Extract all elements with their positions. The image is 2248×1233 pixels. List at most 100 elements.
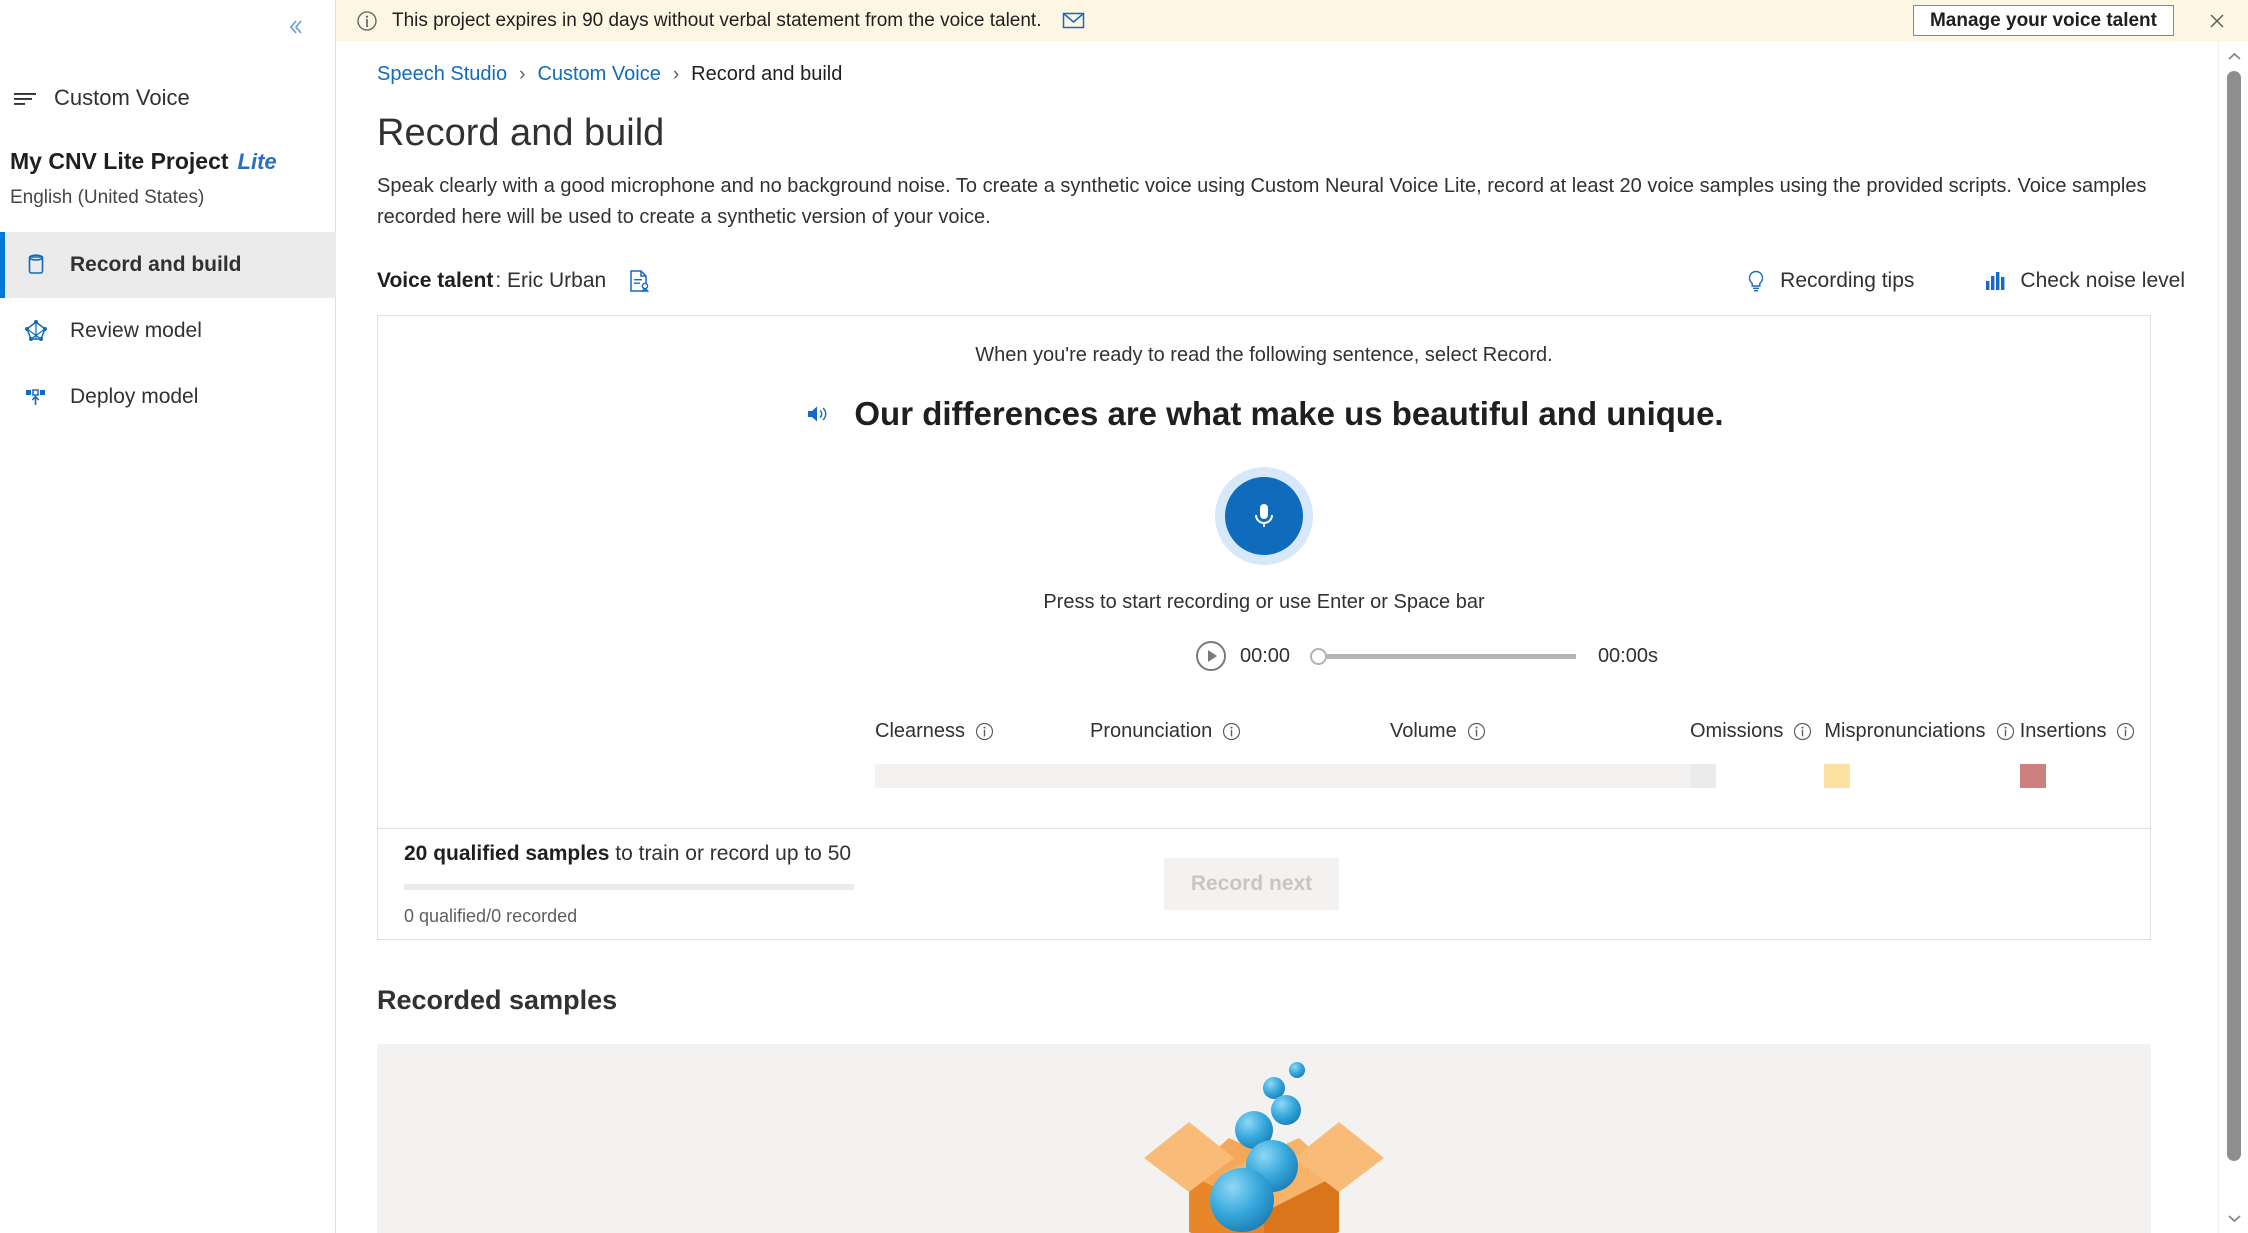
mic-button-wrap [378, 467, 2150, 565]
deploy-upload-icon [26, 389, 45, 405]
recorded-samples-heading: Recorded samples [377, 985, 618, 1015]
play-icon [1208, 650, 1217, 662]
quality-metrics: Clearness Pronunciation Volume Omissions… [875, 720, 2150, 828]
metric-bar [2019, 764, 2046, 788]
scroll-content: Speech Studio › Custom Voice › Record an… [336, 41, 2226, 1233]
voice-talent-row: Voice talent : Eric Urban Recording tips… [377, 263, 2185, 299]
metric-omissions: Omissions [1690, 720, 1824, 788]
scroll-down-button[interactable] [2219, 1205, 2248, 1231]
close-icon [2210, 13, 2224, 28]
sidebar-item-record-and-build[interactable]: Record and build [0, 232, 336, 298]
metric-header: Pronunciation [1090, 720, 1390, 743]
metric-bar [1090, 764, 1390, 788]
breadcrumb-separator: › [672, 63, 680, 85]
playback-total-time: 00:00s [1597, 644, 1658, 667]
breadcrumb-item-custom-voice[interactable]: Custom Voice [537, 63, 660, 86]
check-noise-level-label: Check noise level [2020, 269, 2185, 292]
playback-slider[interactable] [1310, 646, 1576, 666]
info-icon[interactable] [1793, 722, 1812, 741]
sidebar: Custom Voice My CNV Lite Project Lite En… [0, 0, 336, 1233]
sidebar-item-deploy-model[interactable]: Deploy model [0, 364, 336, 430]
samples-requirement-bold: 20 qualified samples [404, 841, 610, 865]
metric-volume: Volume [1390, 720, 1690, 788]
voice-talent-name: : Eric Urban [495, 269, 607, 292]
project-name-row: My CNV Lite Project Lite [10, 148, 330, 175]
lightbulb-icon [1748, 270, 1764, 292]
metric-header: Clearness [875, 720, 1090, 743]
metric-insertions: Insertions [2019, 720, 2150, 788]
mic-hint: Press to start recording or use Enter or… [1043, 591, 1485, 613]
metric-header: Mispronunciations [1824, 720, 2019, 743]
double-chevron-left-icon [289, 20, 302, 34]
recorded-samples-empty-state [377, 1044, 2151, 1233]
recording-sentence: Our differences are what make us beautif… [854, 395, 1724, 432]
info-icon[interactable] [2116, 722, 2135, 741]
sidebar-menu-toggle[interactable]: Custom Voice [0, 78, 336, 118]
main-content: Speech Studio › Custom Voice › Record an… [336, 41, 2248, 1233]
playback-current-time: 00:00 [1240, 644, 1291, 667]
samples-progress-label: 0 qualified/0 recorded [404, 905, 578, 926]
metric-label: Pronunciation [1090, 720, 1213, 742]
project-name: My CNV Lite Project [10, 148, 229, 174]
record-microphone-button[interactable] [1215, 467, 1313, 565]
playback-slider-track [1327, 653, 1576, 659]
metric-mispronunciations: Mispronunciations [1824, 720, 2019, 788]
samples-requirement-rest: to train or record up to 50 [609, 841, 852, 865]
collapse-sidebar-button[interactable] [279, 10, 313, 44]
scroll-up-button[interactable] [2219, 43, 2248, 69]
microphone-icon [1255, 504, 1273, 527]
playback-slider-thumb[interactable] [1310, 647, 1328, 665]
sidebar-item-label: Record and build [70, 253, 242, 276]
record-next-button[interactable]: Record next [1164, 858, 1339, 910]
info-circle-icon [357, 10, 377, 31]
sidebar-title: Custom Voice [54, 85, 190, 110]
play-button[interactable] [1196, 641, 1226, 671]
check-noise-level-button[interactable]: Check noise level [1984, 269, 2185, 293]
chevron-up-icon [2227, 52, 2241, 60]
samples-progress-bar [404, 883, 854, 890]
metric-label: Clearness [875, 720, 966, 742]
metric-header: Omissions [1690, 720, 1824, 743]
metric-label: Insertions [2019, 720, 2107, 742]
document-person-icon[interactable] [626, 268, 652, 294]
page-description: Speak clearly with a good microphone and… [377, 175, 2147, 228]
project-locale: English (United States) [10, 187, 205, 208]
metric-label: Mispronunciations [1824, 720, 1986, 742]
recording-tips-button[interactable]: Recording tips [1744, 269, 1914, 293]
info-icon[interactable] [1467, 722, 1486, 741]
database-icon [28, 254, 44, 274]
metric-label: Volume [1390, 720, 1457, 742]
metric-bar [1690, 764, 1716, 788]
recording-tips-label: Recording tips [1780, 269, 1915, 292]
metric-clearness: Clearness [875, 720, 1090, 788]
sidebar-nav: Record and build Review model Deploy mod… [0, 232, 336, 430]
breadcrumb-item-current: Record and build [691, 63, 843, 85]
manage-voice-talent-button[interactable]: Manage your voice talent [1912, 5, 2174, 36]
info-icon[interactable] [1222, 722, 1241, 741]
metric-header: Volume [1390, 720, 1690, 743]
breadcrumb-separator: › [519, 63, 526, 85]
sidebar-item-review-model[interactable]: Review model [0, 298, 336, 364]
chevron-down-icon [2227, 1214, 2241, 1222]
info-icon[interactable] [1996, 722, 2015, 741]
model-graph-icon [25, 320, 47, 341]
metric-header: Insertions [2020, 720, 2150, 743]
metric-pronunciation: Pronunciation [1090, 720, 1390, 788]
main-scrollbar[interactable] [2218, 41, 2248, 1233]
record-card: When you're ready to read the following … [377, 315, 2151, 940]
record-prompt: When you're ready to read the following … [975, 344, 1553, 366]
voice-talent-label: Voice talent [377, 269, 494, 292]
breadcrumb-item-speech-studio[interactable]: Speech Studio [377, 63, 507, 86]
mail-icon[interactable] [1061, 8, 1086, 33]
banner-message: This project expires in 90 days without … [392, 9, 1042, 31]
scrollbar-thumb[interactable] [2227, 71, 2241, 1161]
page-title: Record and build [377, 112, 665, 154]
close-banner-button[interactable] [2202, 6, 2232, 36]
speaker-volume-icon[interactable] [804, 400, 832, 428]
project-info: My CNV Lite Project Lite English (United… [10, 148, 330, 209]
samples-requirement: 20 qualified samples to train or record … [404, 842, 1164, 866]
sentence-row: Our differences are what make us beautif… [378, 395, 2150, 433]
project-tier-badge: Lite [237, 149, 277, 174]
metric-bar [875, 764, 1090, 788]
info-icon[interactable] [975, 722, 994, 741]
